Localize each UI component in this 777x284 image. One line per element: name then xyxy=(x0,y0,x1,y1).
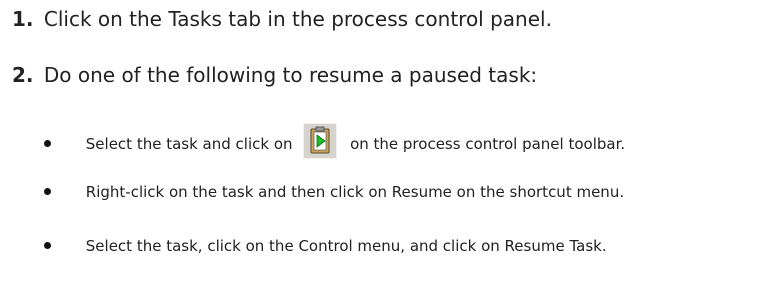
bullet-item: Select the task and click on on the proc… xyxy=(44,123,625,159)
bullet-text-before-icon: Select the task and click on xyxy=(85,135,293,153)
step-number: 2. xyxy=(12,63,34,87)
step-number: 1. xyxy=(12,7,34,31)
bullet-icon xyxy=(44,242,51,249)
step-text: Do one of the following to resume a paus… xyxy=(43,63,538,87)
step-2: 2. Do one of the following to resume a p… xyxy=(12,63,537,87)
bullet-icon xyxy=(44,188,51,195)
bullet-icon xyxy=(44,140,51,147)
resume-task-icon xyxy=(303,123,338,159)
step-text: Click on the Tasks tab in the process co… xyxy=(43,7,552,31)
bullet-text: Select the task, click on the Control me… xyxy=(85,237,607,255)
bullet-text: Right-click on the task and then click o… xyxy=(85,183,625,201)
bullet-text-after-icon: on the process control panel toolbar. xyxy=(350,135,626,153)
bullet-item: Right-click on the task and then click o… xyxy=(44,182,624,202)
step-1: 1. Click on the Tasks tab in the process… xyxy=(12,7,552,31)
bullet-item: Select the task, click on the Control me… xyxy=(44,236,607,256)
